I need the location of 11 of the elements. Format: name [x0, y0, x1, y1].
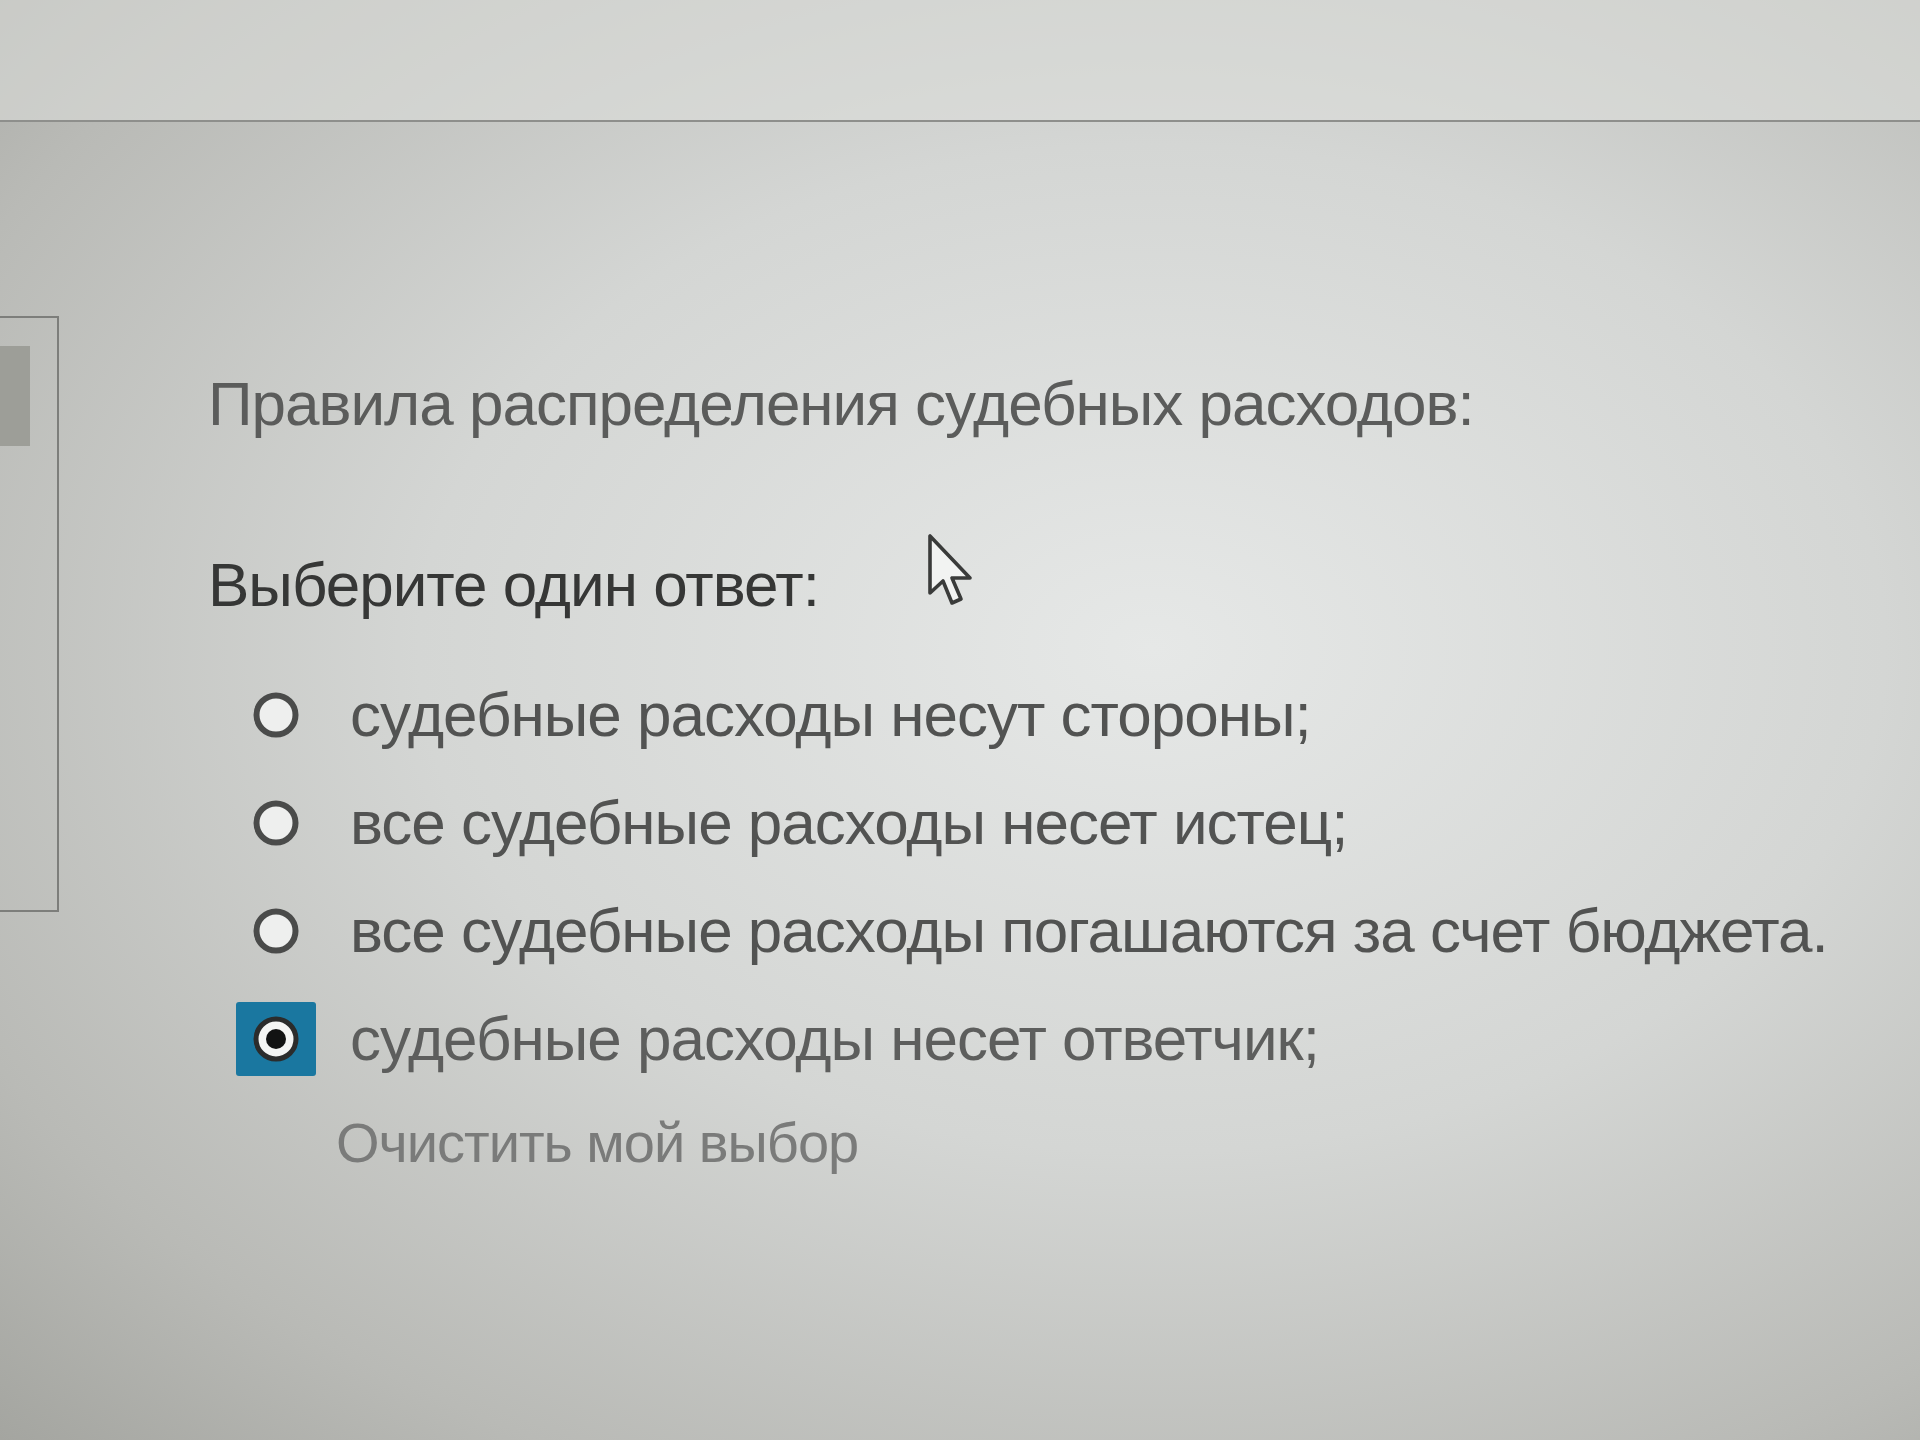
prompt-text: Выберите один ответ: — [208, 550, 819, 620]
radio-button[interactable] — [253, 908, 299, 954]
radio-button[interactable] — [236, 1002, 316, 1076]
option-label: судебные расходы несет ответчик; — [350, 1005, 1319, 1073]
question-text: Правила распределения судебных расходов: — [208, 370, 1474, 438]
radio-button[interactable] — [253, 692, 299, 738]
option-label: все судебные расходы погашаются за счет бюджета. — [350, 897, 1828, 965]
radio-button[interactable] — [253, 800, 299, 846]
option-label: все судебные расходы несет истец; — [350, 789, 1348, 857]
option-label: судебные расходы несут стороны; — [350, 681, 1311, 749]
clear-choice-link[interactable]: Очистить мой выбор — [336, 1112, 859, 1174]
